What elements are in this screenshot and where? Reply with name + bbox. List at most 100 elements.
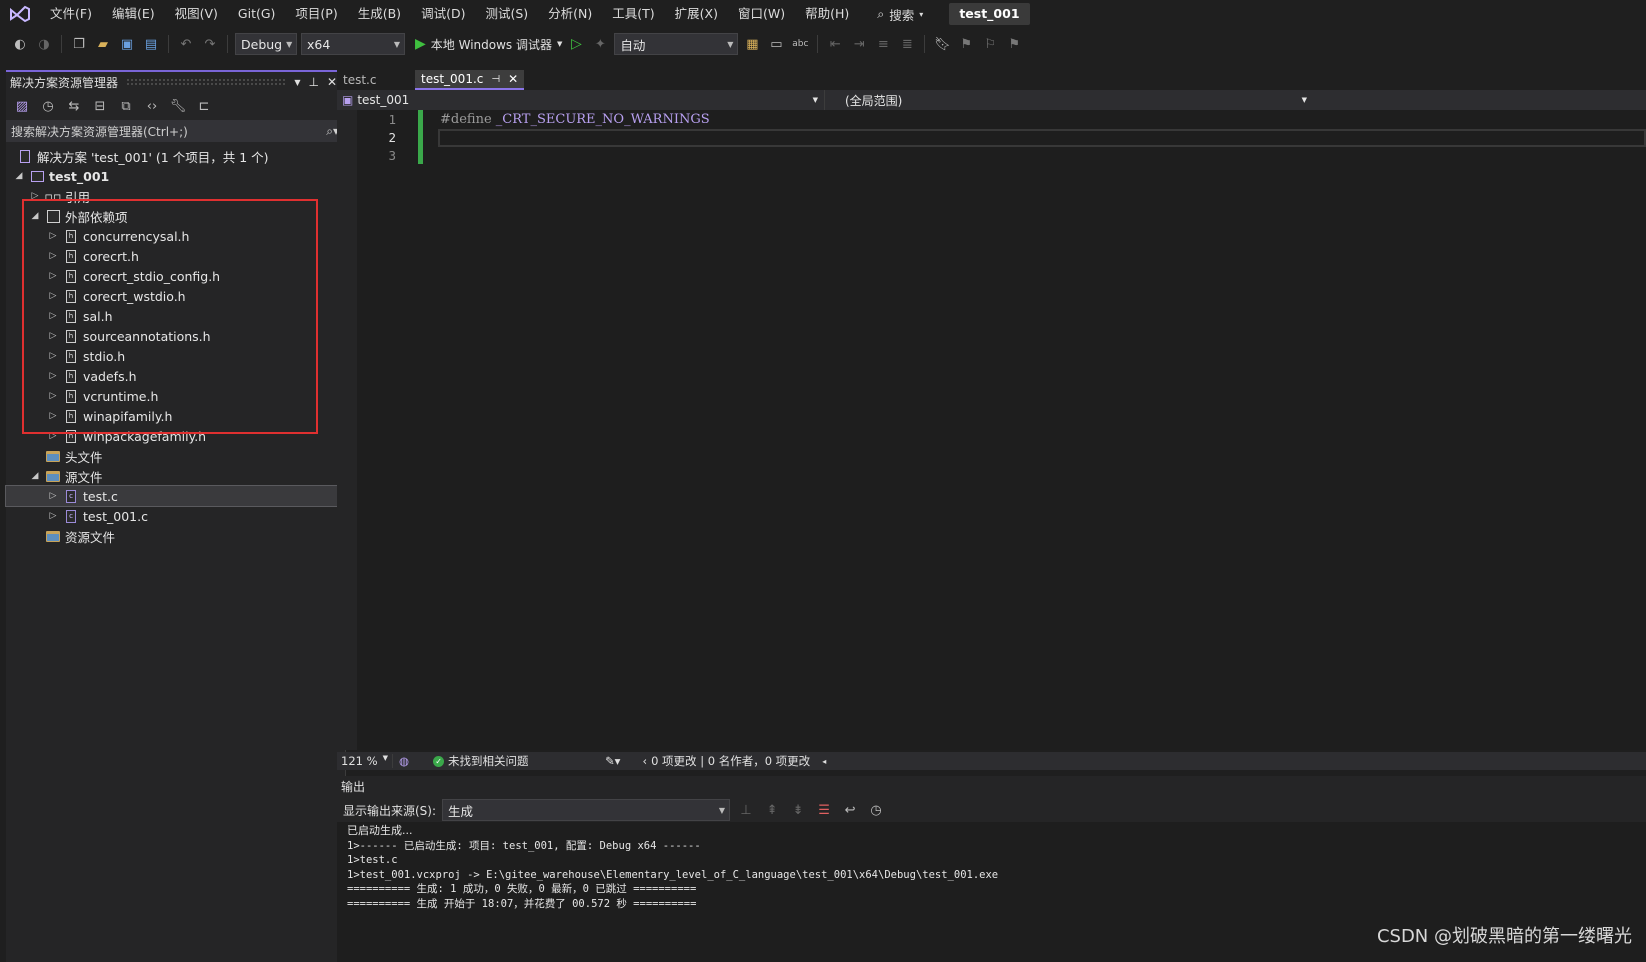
editor-navigation-bar: ▣ test_001 ▼ (全局范围) ▼ [337,90,1646,110]
menu-edit[interactable]: 编辑(E) [102,0,165,28]
cleanup-icon[interactable]: ✎▾ [605,754,620,768]
redo-icon[interactable]: ↷ [200,34,220,54]
save-all-icon[interactable]: ▤ [141,34,161,54]
output-line: 1>test.c [347,854,398,866]
spell-check-icon[interactable]: abc [790,34,810,54]
uncomment-icon[interactable]: ≣ [897,34,917,54]
toolbar-separator [817,35,819,53]
tree-resource-files-folder[interactable]: 资源文件 [6,526,345,546]
pin-icon[interactable]: ⊥ [308,75,318,89]
scroll-left-icon[interactable]: ◂ [822,757,826,766]
next-message-icon[interactable]: ⇟ [788,800,808,820]
sync-icon[interactable]: ⇆ [64,96,84,116]
browse-icon[interactable]: ▦ [742,34,762,54]
expanded-arrow-icon[interactable]: ◢ [12,171,26,181]
comment-icon[interactable]: ≡ [873,34,893,54]
project-nav-dropdown[interactable]: ▣ test_001 ▼ [337,90,825,110]
configuration-dropdown[interactable]: Debug ▼ [235,33,297,55]
preview-icon[interactable]: ⊏ [194,96,214,116]
switch-views-icon[interactable]: ▨ [12,96,32,116]
outdent-icon[interactable]: ⇥ [849,34,869,54]
solution-explorer-search-input[interactable]: 搜索解决方案资源管理器(Ctrl+;) ⌕▾ [6,120,345,142]
chevron-down-icon: ▼ [393,39,400,49]
search-menu[interactable]: ⌕ 搜索 ▾ [869,5,931,24]
tab-test-c[interactable]: test.c [337,70,415,90]
tree-source-file-selected[interactable]: ▷ c test.c [5,485,346,507]
find-message-icon[interactable]: ⊥ [736,800,756,820]
hot-reload-icon[interactable]: ✦ [590,34,610,54]
menu-git[interactable]: Git(G) [228,0,286,28]
menu-project[interactable]: 项目(P) [285,0,347,28]
menu-debug[interactable]: 调试(D) [411,0,475,28]
tab-test-001-c[interactable]: test_001.c ⊣ ✕ [415,70,525,90]
expanded-arrow-icon[interactable]: ◢ [28,471,42,481]
menu-help[interactable]: 帮助(H) [795,0,859,28]
forward-icon[interactable]: ◑ [34,34,54,54]
bookmark-icon[interactable]: 🔖︎ [932,34,952,54]
pin-icon[interactable]: ⊣ [491,74,500,85]
word-wrap-icon[interactable]: ↩ [840,800,860,820]
clock-icon[interactable]: ◷ [866,800,886,820]
pending-changes-icon[interactable]: ◷ [38,96,58,116]
tree-source-files-folder[interactable]: ◢ 源文件 [6,466,345,486]
new-project-icon[interactable]: ❐ [69,34,89,54]
chevron-down-icon: ▼ [556,40,563,48]
scope-nav-dropdown[interactable]: (全局范围) ▼ [825,90,1315,110]
start-debugging-button[interactable]: ▶ 本地 Windows 调试器 ▼ [415,36,562,53]
visual-studio-logo-icon[interactable] [0,0,40,28]
clear-bookmarks-icon[interactable]: ⚑ [1004,34,1024,54]
next-bookmark-icon[interactable]: ⚐ [980,34,1000,54]
close-icon[interactable]: ✕ [508,72,518,86]
source-files-folder-label: 源文件 [65,469,103,485]
menu-analyze[interactable]: 分析(N) [538,0,602,28]
menu-test[interactable]: 测试(S) [475,0,538,28]
tree-header-files-folder[interactable]: 头文件 [6,446,345,466]
menu-extensions[interactable]: 扩展(X) [665,0,728,28]
configuration-value: Debug [241,36,283,52]
menu-file[interactable]: 文件(F) [40,0,102,28]
output-source-dropdown[interactable]: 生成 ▼ [442,799,731,821]
prev-message-icon[interactable]: ⇞ [762,800,782,820]
code-editor[interactable] [337,110,1646,750]
close-icon[interactable]: ✕ [327,75,337,89]
start-without-debugging-icon[interactable]: ▷ [566,34,586,54]
tree-source-file[interactable]: ▷ c test_001.c [6,506,345,526]
platform-value: x64 [307,36,331,52]
menu-build[interactable]: 生成(B) [348,0,411,28]
chevron-down-icon: ▼ [1301,96,1307,104]
issues-indicator[interactable]: ✓ 未找到相关问题 [433,753,595,769]
prev-bookmark-icon[interactable]: ⚑ [956,34,976,54]
save-icon[interactable]: ▣ [117,34,137,54]
undo-icon[interactable]: ↶ [176,34,196,54]
layout-icon[interactable]: ▭ [766,34,786,54]
output-source-label: 显示输出来源(S): [343,803,437,818]
open-folder-icon[interactable]: ▰ [93,34,113,54]
indent-icon[interactable]: ⇤ [825,34,845,54]
clear-all-icon[interactable]: ☰ [814,800,834,820]
solution-explorer-header: 解决方案资源管理器 ▼ ⊥ ✕ [6,70,345,92]
c-file-icon: c [64,489,78,503]
mode-dropdown[interactable]: 自动 ▼ [614,33,739,55]
show-all-files-icon[interactable]: ⧉ [116,96,136,116]
tree-solution[interactable]: 解决方案 'test_001' (1 个项目，共 1 个) [6,146,345,166]
tree-project[interactable]: ◢ test_001 [6,166,345,186]
line-number: 3 [388,148,396,163]
copilot-icon[interactable]: ◍ [399,754,409,768]
platform-dropdown[interactable]: x64 ▼ [301,33,405,55]
properties-icon[interactable]: 🔧︎ [168,96,188,116]
changes-label[interactable]: 0 项更改 | 0 名作者，0 项更改 [651,753,810,769]
menu-window[interactable]: 窗口(W) [728,0,795,28]
chevron-left-icon[interactable]: ‹ [642,754,647,768]
menu-view[interactable]: 视图(V) [165,0,228,28]
back-icon[interactable]: ◐ [10,34,30,54]
output-line: 1>------ 已启动生成: 项目: test_001, 配置: Debug … [347,839,701,852]
dropdown-icon[interactable]: ▼ [294,78,300,87]
collapsed-arrow-icon[interactable]: ▷ [46,511,60,521]
menu-tools[interactable]: 工具(T) [602,0,664,28]
zoom-dropdown[interactable]: 121 % ▼ [337,754,393,768]
check-icon: ✓ [433,755,445,767]
view-code-icon[interactable]: ‹› [142,96,162,116]
folder-icon [46,469,60,483]
collapse-all-icon[interactable]: ⊟ [90,96,110,116]
collapsed-arrow-icon[interactable]: ▷ [46,491,60,501]
